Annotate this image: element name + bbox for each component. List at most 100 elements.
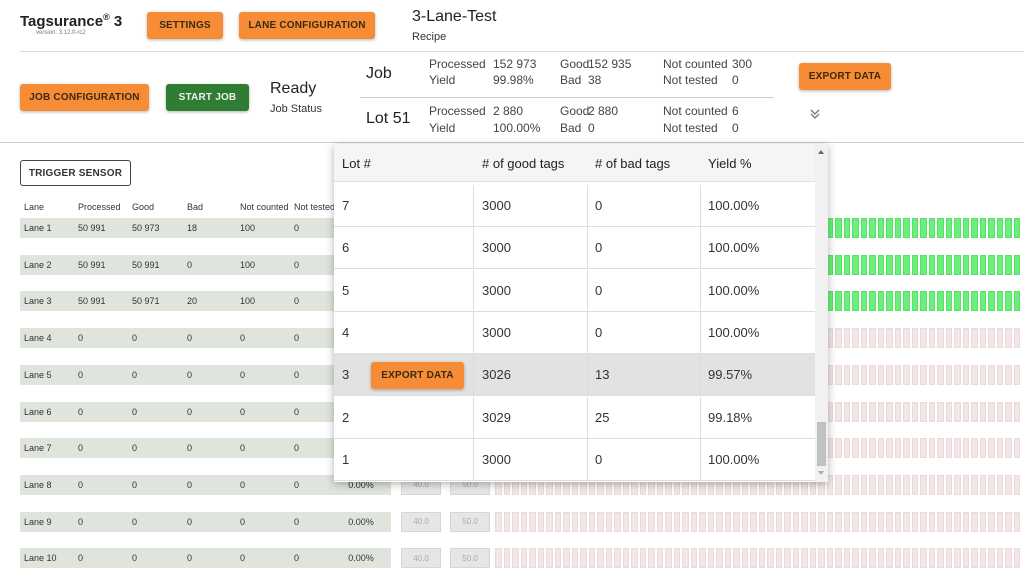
job-configuration-button[interactable]: JOB CONFIGURATION <box>20 84 149 111</box>
lot-table-scrollbar[interactable] <box>815 144 828 482</box>
sensor-segment <box>954 364 961 385</box>
start-job-button[interactable]: START JOB <box>166 84 249 111</box>
lane-cell-lane: Lane 9 <box>24 516 52 527</box>
sensor-segment <box>1005 254 1012 275</box>
job-not-tested-label: Not tested <box>663 73 718 87</box>
lane-cell-not-tested: 0 <box>294 553 300 564</box>
sensor-segment <box>996 254 1003 275</box>
job-not-counted-value: 300 <box>732 57 753 71</box>
sensor-segment <box>894 438 901 459</box>
lot-table-row[interactable]: 3 3026 13 99.57% EXPORT DATA <box>334 354 815 397</box>
sensor-segment <box>928 291 935 312</box>
sensor-segment <box>920 291 927 312</box>
lane-min-threshold[interactable]: 40.0 <box>401 548 441 569</box>
sensor-segment <box>903 401 910 422</box>
lot-table-header: Lot # # of good tags # of bad tags Yield… <box>334 144 815 182</box>
app-title: Tagsurance® 3 <box>20 12 123 30</box>
sensor-segment <box>937 511 944 532</box>
sensor-segment <box>988 364 995 385</box>
sensor-segment <box>962 218 969 238</box>
lot-table-row[interactable]: 5 3000 0 100.00% <box>334 269 815 312</box>
lane-cell-not-tested: 0 <box>294 479 300 490</box>
sensor-segment <box>835 511 842 532</box>
sensor-segment <box>894 401 901 422</box>
sensor-segment <box>648 548 655 569</box>
sensor-segment <box>835 548 842 569</box>
sensor-segment <box>945 438 952 459</box>
sensor-segment <box>835 254 842 275</box>
sensor-segment <box>886 328 893 349</box>
sensor-segment <box>877 218 884 238</box>
sensor-segment <box>852 401 859 422</box>
sensor-segment <box>979 364 986 385</box>
lane-yield: 0.00% <box>331 548 391 569</box>
lot-export-data-button[interactable]: EXPORT DATA <box>371 362 464 390</box>
sensor-segment <box>809 548 816 569</box>
lanes-header-processed: Processed <box>78 202 121 212</box>
lot-cell-good: 3000 <box>482 451 511 467</box>
sensor-segment <box>937 474 944 495</box>
lane-cell-lane: Lane 8 <box>24 479 52 490</box>
sensor-segment <box>546 511 553 532</box>
lot-table-row[interactable]: 6 3000 0 100.00% <box>334 227 815 270</box>
sensor-segment <box>801 511 808 532</box>
lot-title: Lot 51 <box>366 110 411 127</box>
lane-row: Lane 7 0 0 0 0 0 <box>20 438 346 459</box>
sensor-segment <box>767 511 774 532</box>
sensor-segment <box>979 291 986 312</box>
sensor-segment <box>835 328 842 349</box>
scrollbar-thumb[interactable] <box>817 422 826 466</box>
sensor-segment <box>741 511 748 532</box>
sensor-segment <box>962 438 969 459</box>
sensor-segment <box>869 474 876 495</box>
lane-cell-good: 0 <box>132 443 138 454</box>
lot-table-row[interactable]: 4 3000 0 100.00% <box>334 311 815 354</box>
lane-configuration-button[interactable]: LANE CONFIGURATION <box>239 12 375 39</box>
lane-cell-lane: Lane 1 <box>24 223 52 233</box>
column-divider <box>473 185 474 226</box>
sensor-segment <box>894 218 901 238</box>
sensor-segment <box>580 548 587 569</box>
sensor-segment <box>503 548 510 569</box>
sensor-segment <box>920 328 927 349</box>
sensor-segment <box>801 548 808 569</box>
column-divider <box>587 354 588 396</box>
lane-cell-bad: 18 <box>187 223 198 233</box>
trigger-sensor-button[interactable]: TRIGGER SENSOR <box>20 160 131 186</box>
summary-divider <box>360 97 774 98</box>
sensor-segment <box>928 364 935 385</box>
sensor-segment <box>911 474 918 495</box>
sensor-segment <box>954 401 961 422</box>
sensor-segment <box>741 548 748 569</box>
column-divider <box>473 354 474 396</box>
app-version: version: 3.12.0-rc2 <box>36 30 86 36</box>
chevron-double-down-icon[interactable] <box>809 107 821 121</box>
sensor-segment <box>852 254 859 275</box>
lot-table-row[interactable]: 1 3000 0 100.00% <box>334 438 815 481</box>
lot-table-row[interactable]: 7 3000 0 100.00% <box>334 185 815 227</box>
lane-min-threshold[interactable]: 40.0 <box>401 511 441 532</box>
lot-cell-yield: 100.00% <box>708 324 760 340</box>
lot-cell-good: 3000 <box>482 282 511 298</box>
lot-table-row[interactable]: 2 3029 25 99.18% <box>334 396 815 439</box>
lane-sensor-bar <box>495 511 1024 532</box>
sensor-segment <box>724 511 731 532</box>
sensor-segment <box>1005 511 1012 532</box>
sensor-segment <box>920 364 927 385</box>
sensor-segment <box>945 291 952 312</box>
lane-cell-not-counted: 100 <box>240 223 256 233</box>
settings-button[interactable]: SETTINGS <box>147 12 223 39</box>
sensor-segment <box>962 548 969 569</box>
column-divider <box>473 396 474 438</box>
lane-max-threshold[interactable]: 50.0 <box>450 548 490 569</box>
arrow-up-icon[interactable] <box>818 150 824 154</box>
export-data-button[interactable]: EXPORT DATA <box>799 63 891 90</box>
sensor-segment <box>673 511 680 532</box>
job-not-tested-value: 0 <box>732 73 739 87</box>
sensor-segment <box>996 511 1003 532</box>
arrow-down-icon[interactable] <box>818 471 824 475</box>
sensor-segment <box>886 218 893 238</box>
sensor-segment <box>971 474 978 495</box>
lane-max-threshold[interactable]: 50.0 <box>450 511 490 532</box>
sensor-segment <box>835 218 842 238</box>
